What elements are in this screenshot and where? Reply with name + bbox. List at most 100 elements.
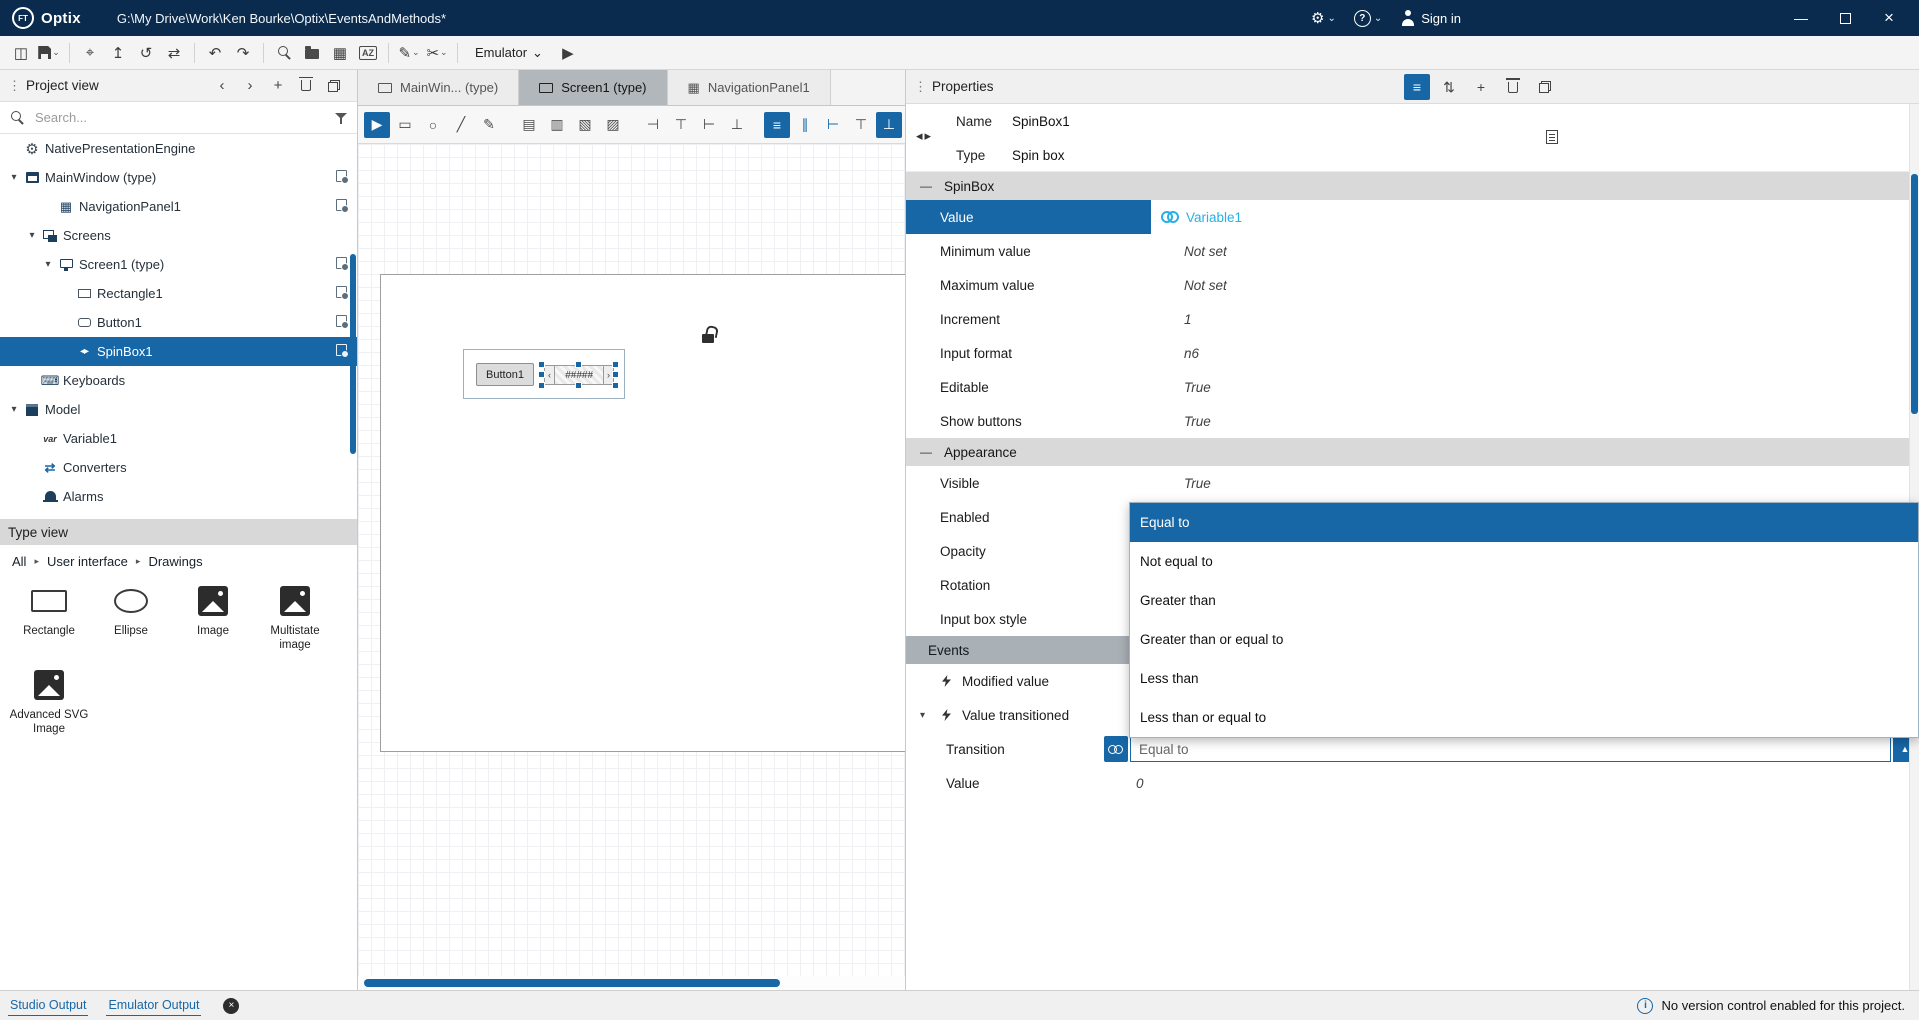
- tree-item-keyboards[interactable]: ⌨ Keyboards: [0, 366, 357, 395]
- type-reference-badge-icon[interactable]: [336, 257, 349, 271]
- sync-button[interactable]: ⇄: [161, 40, 187, 66]
- collapse-icon[interactable]: —: [920, 179, 932, 193]
- select-target-button[interactable]: ⌖: [77, 40, 103, 66]
- property-row-value[interactable]: Value Variable1: [906, 200, 1919, 234]
- dropdown-option-not-equal-to[interactable]: Not equal to: [1130, 542, 1918, 581]
- align-bottom-button[interactable]: ⊥: [724, 112, 750, 138]
- canvas-button1[interactable]: Button1: [476, 363, 534, 386]
- path-tool-button[interactable]: ✎: [476, 112, 502, 138]
- property-row-input-format[interactable]: Input format n6: [906, 336, 1919, 370]
- emulator-output-tab[interactable]: Emulator Output: [106, 996, 202, 1016]
- selection-handle[interactable]: [612, 371, 619, 378]
- property-row-visible[interactable]: Visible True: [906, 466, 1919, 500]
- canvas-h-scrollbar-thumb[interactable]: [364, 979, 780, 987]
- preview-play-button[interactable]: ▶: [364, 111, 390, 138]
- layer-back-button[interactable]: ▨: [600, 112, 626, 138]
- minimize-button[interactable]: —: [1779, 0, 1823, 36]
- close-button[interactable]: ×: [1867, 0, 1911, 36]
- drag-handle-icon[interactable]: ⋮: [8, 78, 21, 94]
- property-value-link[interactable]: Variable1: [1186, 210, 1242, 225]
- breadcrumb-user-interface[interactable]: User interface: [47, 554, 128, 569]
- style-pen-button[interactable]: ✎ ⌄: [396, 40, 422, 66]
- type-item-image[interactable]: Image: [172, 585, 254, 653]
- duplicate-item-button[interactable]: [323, 75, 345, 97]
- delete-item-button[interactable]: [295, 75, 317, 97]
- emulator-selector[interactable]: Emulator ⌄: [465, 45, 553, 61]
- add-property-button[interactable]: +: [1468, 74, 1494, 100]
- property-value[interactable]: True: [1184, 476, 1211, 491]
- tree-item-screen1[interactable]: ▾ Screen1 (type): [0, 250, 357, 279]
- collapse-icon[interactable]: —: [920, 445, 932, 459]
- type-reference-badge-icon[interactable]: [336, 344, 349, 358]
- delete-property-button[interactable]: [1500, 74, 1526, 100]
- help-menu[interactable]: ? ⌄: [1353, 9, 1382, 27]
- tree-item-spinbox1[interactable]: ◂▸ SpinBox1: [0, 337, 357, 366]
- dropdown-option-equal-to[interactable]: Equal to: [1130, 503, 1918, 542]
- rectangle-tool-button[interactable]: ▭: [392, 112, 418, 138]
- run-button[interactable]: ▶: [555, 40, 581, 66]
- section-spinbox[interactable]: — SpinBox: [906, 172, 1919, 200]
- selection-group[interactable]: Button1 ‹ ##### ›: [463, 334, 714, 399]
- anchor-top-button[interactable]: ⊤: [848, 112, 874, 138]
- type-reference-badge-icon[interactable]: [336, 199, 349, 213]
- expander-icon[interactable]: ▾: [6, 404, 22, 415]
- property-row-minimum-value[interactable]: Minimum value Not set: [906, 234, 1919, 268]
- tree-item-rectangle1[interactable]: Rectangle1: [0, 279, 357, 308]
- description-icon[interactable]: [1546, 130, 1558, 144]
- event-value[interactable]: 0: [1136, 776, 1144, 791]
- type-reference-badge-icon[interactable]: [336, 315, 349, 329]
- search-input[interactable]: [33, 109, 327, 126]
- breadcrumb-all[interactable]: All: [12, 554, 26, 569]
- expander-icon[interactable]: ▾: [920, 710, 925, 721]
- layer-forward-button[interactable]: ▥: [544, 112, 570, 138]
- anchor-middle-button[interactable]: ⊥: [876, 111, 902, 138]
- tree-item-mainwindow[interactable]: ▾ MainWindow (type): [0, 163, 357, 192]
- grid-view-button[interactable]: ▦: [327, 40, 353, 66]
- export-button[interactable]: ↥: [105, 40, 131, 66]
- screen-design-surface[interactable]: [380, 274, 905, 752]
- selection-handle[interactable]: [538, 382, 545, 389]
- selection-handle[interactable]: [612, 382, 619, 389]
- history-button[interactable]: ↺: [133, 40, 159, 66]
- workspace-layout-button[interactable]: ◫: [8, 40, 34, 66]
- drag-handle-icon[interactable]: ⋮: [914, 79, 927, 95]
- anchor-right-button[interactable]: ⊢: [820, 112, 846, 138]
- expander-icon[interactable]: ▾: [24, 230, 40, 241]
- property-value[interactable]: True: [1184, 414, 1211, 429]
- tab-screen1[interactable]: Screen1 (type): [519, 70, 668, 105]
- undo-button[interactable]: ↶: [202, 40, 228, 66]
- cut-button[interactable]: ✂ ⌄: [424, 40, 450, 66]
- dynamic-link-icon[interactable]: [1161, 211, 1179, 223]
- alphabetical-sort-button[interactable]: ⇅: [1436, 74, 1462, 100]
- anchor-left-button[interactable]: ≡: [764, 111, 790, 138]
- selection-handle[interactable]: [575, 361, 582, 368]
- selection-handle[interactable]: [538, 371, 545, 378]
- property-value[interactable]: Not set: [1184, 278, 1227, 293]
- property-value[interactable]: True: [1184, 380, 1211, 395]
- property-row-show-buttons[interactable]: Show buttons True: [906, 404, 1919, 438]
- property-value[interactable]: 1: [1184, 312, 1192, 327]
- spin-decrement-button[interactable]: ‹: [544, 365, 555, 385]
- dropdown-option-less-than[interactable]: Less than: [1130, 659, 1918, 698]
- selection-handle[interactable]: [612, 361, 619, 368]
- selection-handle[interactable]: [538, 361, 545, 368]
- breadcrumb-drawings[interactable]: Drawings: [148, 554, 202, 569]
- dropdown-option-greater-than[interactable]: Greater than: [1130, 581, 1918, 620]
- selection-handle[interactable]: [575, 382, 582, 389]
- tab-navigationpanel1[interactable]: ▦ NavigationPanel1: [667, 70, 831, 105]
- tree-item-navigationpanel1[interactable]: ▦ NavigationPanel1: [0, 192, 357, 221]
- tree-item-variable1[interactable]: var Variable1: [0, 424, 357, 453]
- property-row-editable[interactable]: Editable True: [906, 370, 1919, 404]
- save-button[interactable]: ⌄: [36, 40, 62, 66]
- sort-az-button[interactable]: AZ: [355, 40, 381, 66]
- align-right-button[interactable]: ⊢: [696, 112, 722, 138]
- property-value[interactable]: Not set: [1184, 244, 1227, 259]
- section-appearance[interactable]: — Appearance: [906, 438, 1919, 466]
- nav-forward-button[interactable]: ›: [239, 75, 261, 97]
- type-item-rectangle[interactable]: Rectangle: [8, 585, 90, 653]
- categorized-view-button[interactable]: ≡: [1404, 74, 1430, 100]
- line-tool-button[interactable]: ╱: [448, 112, 474, 138]
- tree-scrollbar-thumb[interactable]: [350, 254, 356, 454]
- align-top-button[interactable]: ⊤: [668, 112, 694, 138]
- filter-icon[interactable]: [335, 112, 347, 124]
